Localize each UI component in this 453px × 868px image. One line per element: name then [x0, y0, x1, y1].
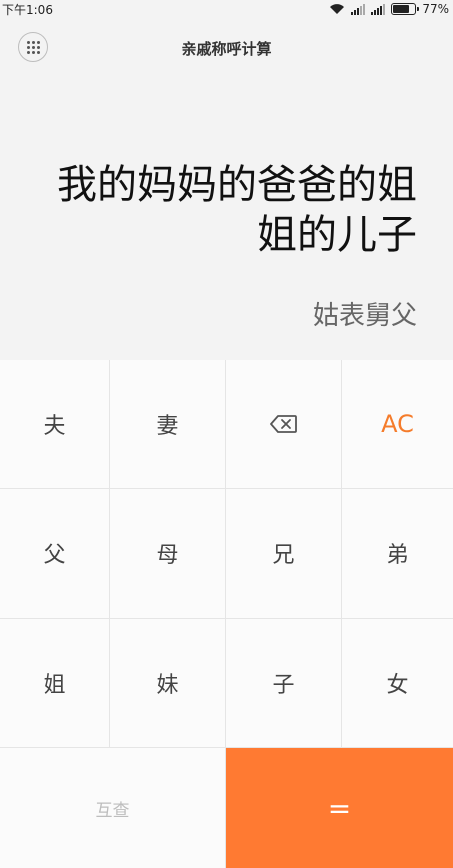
status-icons: 77% [329, 2, 449, 16]
key-backspace[interactable] [226, 360, 342, 490]
result-text: 姑表舅父 [312, 301, 417, 331]
key-husband[interactable]: 夫 [0, 360, 110, 490]
page-title: 亲戚称呼计算 [181, 40, 272, 58]
battery-percent: 77% [422, 2, 449, 16]
key-daughter[interactable]: 女 [342, 619, 453, 748]
key-younger-sister[interactable]: 妹 [110, 618, 226, 748]
key-younger-brother[interactable]: 弟 [342, 489, 453, 619]
expression-text: 我的妈妈的爸爸的姐姐的儿子 [57, 162, 417, 258]
display-area: 我的妈妈的爸爸的姐姐的儿子 姑表舅父 [0, 150, 453, 360]
battery-fill [393, 5, 409, 13]
equals-button[interactable]: = [226, 748, 453, 868]
backspace-icon [269, 414, 298, 434]
key-clear[interactable]: AC [342, 360, 453, 490]
signal-icon-sim1 [351, 3, 366, 15]
swap-button[interactable]: 互查 [0, 748, 226, 868]
key-elder-sister[interactable]: 姐 [0, 618, 110, 748]
key-elder-brother[interactable]: 兄 [226, 489, 342, 619]
key-father[interactable]: 父 [0, 489, 110, 619]
status-time: 下午1:06 [2, 2, 53, 17]
header: 亲戚称呼计算 [0, 22, 453, 74]
status-bar: 下午1:06 77% [0, 0, 453, 18]
keypad: 夫 妻 AC 父 母 兄 弟 姐 妹 子 女 [0, 360, 453, 748]
key-wife[interactable]: 妻 [110, 360, 226, 490]
signal-icon-sim2 [371, 3, 386, 15]
battery-icon [391, 3, 420, 15]
wifi-icon [329, 3, 345, 15]
key-mother[interactable]: 母 [110, 489, 226, 619]
bottom-row: 互查 = [0, 748, 453, 868]
key-son[interactable]: 子 [226, 618, 342, 748]
